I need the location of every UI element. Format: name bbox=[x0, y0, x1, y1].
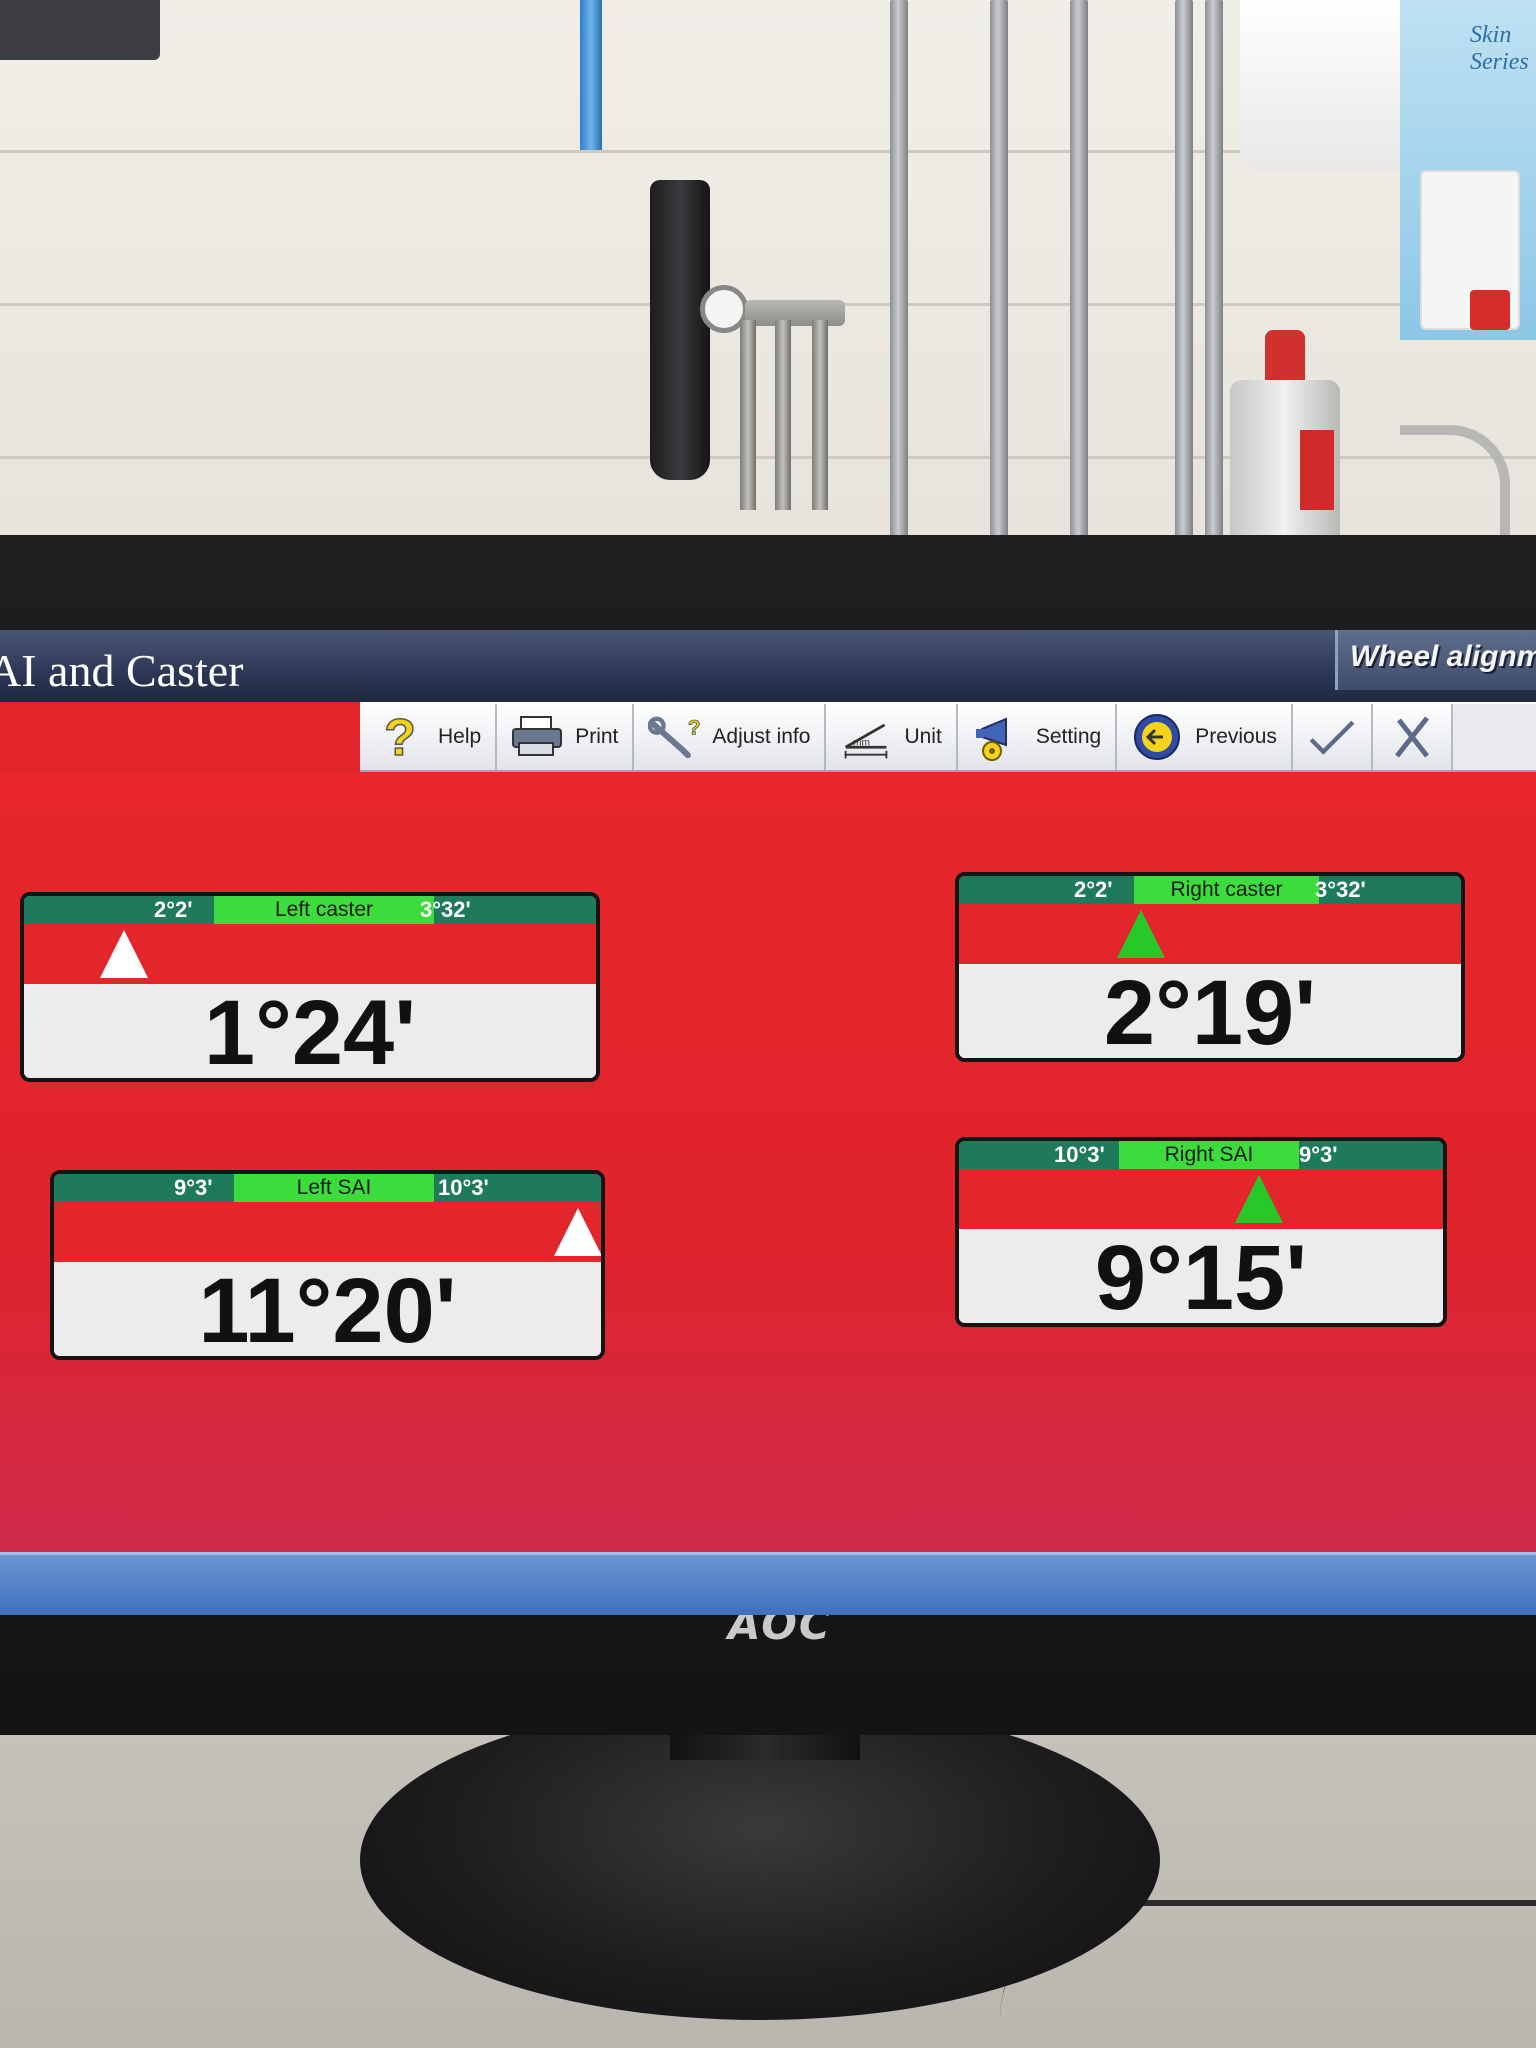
ruler-angle-icon: mm bbox=[840, 711, 892, 763]
left-caster-gauge: 2°2' Left caster 3°32' 1°24' bbox=[20, 892, 600, 1082]
wall-pipe bbox=[990, 0, 1008, 560]
right-sai-gauge: 10°3' Right SAI 9°3' 9°15' bbox=[955, 1137, 1447, 1327]
wall-pipe bbox=[1175, 0, 1193, 560]
tolerance-range-bar: 2°2' Left caster 3°32' bbox=[24, 896, 596, 924]
help-question-icon: ? bbox=[374, 711, 426, 763]
gauge-marker bbox=[1117, 910, 1165, 958]
gauge-bar bbox=[959, 1169, 1443, 1229]
svg-text:?: ? bbox=[384, 711, 416, 763]
adjust-info-label: Adjust info bbox=[712, 725, 811, 748]
setting-label: Setting bbox=[1035, 725, 1102, 748]
gauge-name-label: Right caster bbox=[1134, 876, 1319, 904]
gauge-value: 9°15' bbox=[959, 1229, 1443, 1323]
wall-pipe bbox=[1070, 0, 1088, 560]
close-x-icon bbox=[1387, 711, 1437, 763]
tolerance-max: 3°32' bbox=[1315, 877, 1366, 902]
tolerance-max: 3°32' bbox=[420, 897, 471, 922]
gauge-bar bbox=[959, 904, 1461, 964]
tolerance-min: 2°2' bbox=[1074, 877, 1113, 902]
gauge-name-label: Left SAI bbox=[234, 1174, 434, 1202]
gauge-marker bbox=[1235, 1175, 1283, 1223]
page-title: AI and Caster bbox=[0, 645, 244, 696]
wall-pipe bbox=[1205, 0, 1223, 560]
tolerance-min: 9°3' bbox=[174, 1175, 213, 1200]
tolerance-range-bar: 10°3' Right SAI 9°3' bbox=[959, 1141, 1443, 1169]
wall-sign-text: Skin Series bbox=[1470, 22, 1529, 75]
gauge-value: 11°20' bbox=[54, 1262, 601, 1356]
right-caster-gauge: 2°2' Right caster 3°32' 2°19' bbox=[955, 872, 1465, 1062]
tolerance-min: 10°3' bbox=[1054, 1142, 1105, 1167]
app-brand-panel: Wheel alignment bbox=[1335, 630, 1536, 690]
air-manifold bbox=[745, 300, 845, 326]
help-label: Help bbox=[438, 725, 482, 748]
svg-text:mm: mm bbox=[853, 737, 870, 748]
print-label: Print bbox=[575, 725, 619, 748]
app-brand-label: Wheel alignment bbox=[1350, 640, 1536, 673]
adjust-info-button[interactable]: ? Adjust info bbox=[634, 704, 827, 770]
previous-button[interactable]: Previous bbox=[1117, 704, 1293, 770]
help-button[interactable]: ? Help bbox=[360, 704, 498, 770]
wrench-icon: ? bbox=[648, 711, 700, 763]
gauge-marker bbox=[554, 1208, 601, 1256]
printer-icon bbox=[511, 711, 563, 763]
gauge-bar bbox=[54, 1202, 601, 1262]
status-bar bbox=[0, 1552, 1536, 1615]
tolerance-range-bar: 9°3' Left SAI 10°3' bbox=[54, 1174, 601, 1202]
previous-label: Previous bbox=[1195, 725, 1277, 748]
valve-pipe bbox=[812, 320, 828, 510]
app-titlebar: AI and Caster bbox=[0, 630, 1536, 702]
alignment-display: 2°2' Left caster 3°32' 1°24' 2°2' Right … bbox=[0, 772, 1536, 1552]
gauge-value: 1°24' bbox=[24, 984, 596, 1078]
wall-pipe bbox=[890, 0, 908, 560]
valve-pipe bbox=[740, 320, 756, 510]
tolerance-max: 9°3' bbox=[1299, 1142, 1338, 1167]
wall-shelf bbox=[0, 0, 160, 60]
gauge-name-label: Left caster bbox=[214, 896, 434, 924]
monitor-screen: AI and Caster Wheel alignment ? Help Pri… bbox=[0, 630, 1536, 1615]
print-button[interactable]: Print bbox=[497, 704, 635, 770]
toolbar: ? Help Print ? Adjust info mm Unit Setti… bbox=[360, 702, 1536, 772]
air-hose bbox=[580, 0, 602, 150]
confirm-button[interactable] bbox=[1292, 704, 1373, 770]
tolerance-min: 2°2' bbox=[154, 897, 193, 922]
valve-pipe bbox=[775, 320, 791, 510]
cancel-button[interactable] bbox=[1372, 704, 1453, 770]
left-sai-gauge: 9°3' Left SAI 10°3' 11°20' bbox=[50, 1170, 605, 1360]
unit-label: Unit bbox=[904, 725, 942, 748]
unit-button[interactable]: mm Unit bbox=[826, 704, 958, 770]
tolerance-range-bar: 2°2' Right caster 3°32' bbox=[959, 876, 1461, 904]
megaphone-gear-icon bbox=[972, 711, 1024, 763]
gauge-value: 2°19' bbox=[959, 964, 1461, 1058]
air-regulator bbox=[650, 180, 710, 480]
tolerance-max: 10°3' bbox=[438, 1175, 489, 1200]
setting-button[interactable]: Setting bbox=[957, 704, 1118, 770]
bottle-label bbox=[1300, 430, 1334, 510]
checkmark-icon bbox=[1306, 711, 1358, 763]
soap-dispenser-button bbox=[1470, 290, 1510, 330]
gauge-marker bbox=[100, 930, 148, 978]
gauge-name-label: Right SAI bbox=[1119, 1141, 1299, 1169]
arrow-left-icon bbox=[1131, 711, 1183, 763]
svg-text:?: ? bbox=[688, 716, 700, 739]
